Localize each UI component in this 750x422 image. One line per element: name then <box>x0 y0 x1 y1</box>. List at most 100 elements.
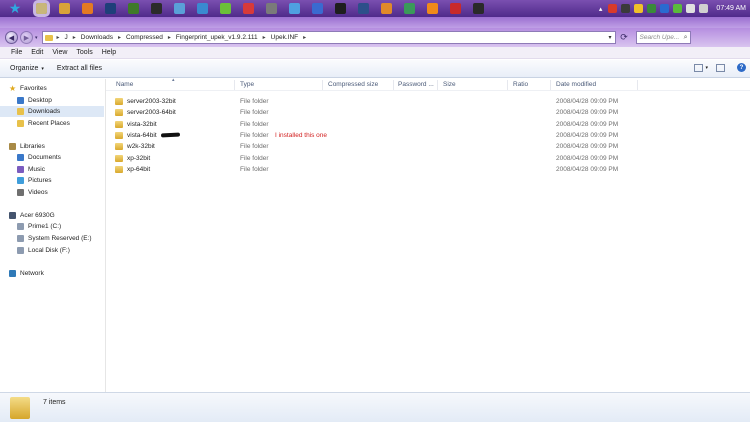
breadcrumb-item[interactable]: Fingerprint_upek_v1.9.2.111 <box>176 34 258 41</box>
column-password[interactable]: Password ... <box>398 81 434 88</box>
table-row[interactable]: xp-32bit File folder 2008/04/28 09:09 PM <box>106 153 750 164</box>
file-type: File folder <box>240 98 269 105</box>
app-ps-icon[interactable] <box>358 3 369 14</box>
menu-help[interactable]: Help <box>102 49 116 56</box>
menu-file[interactable]: File <box>11 49 22 56</box>
app-dark-icon[interactable] <box>151 3 162 14</box>
clock[interactable]: 07:49 AM <box>716 5 746 12</box>
breadcrumb-item[interactable]: Downloads <box>81 34 113 41</box>
breadcrumb-item[interactable]: Compressed <box>126 34 163 41</box>
app-globe-icon[interactable] <box>289 3 300 14</box>
extract-all-button[interactable]: Extract all files <box>57 65 102 72</box>
column-divider[interactable] <box>507 80 508 90</box>
app-red2-icon[interactable] <box>450 3 461 14</box>
app-scope-icon[interactable] <box>473 3 484 14</box>
table-row[interactable]: vista-32bit File folder 2008/04/28 09:09… <box>106 119 750 130</box>
app-doc-icon[interactable] <box>174 3 185 14</box>
nav-network[interactable]: Network <box>9 268 44 279</box>
firefox-icon[interactable] <box>82 3 93 14</box>
table-row[interactable]: server2003-32bit File folder 2008/04/28 … <box>106 96 750 107</box>
change-view-icon[interactable] <box>694 63 704 72</box>
photoshop-icon[interactable] <box>105 3 116 14</box>
view-options-chevron-icon[interactable]: ▾ <box>705 65 708 71</box>
forward-button[interactable]: ▶ <box>20 31 33 44</box>
organize-button[interactable]: Organize ▾ <box>10 65 44 72</box>
nav-item-downloads[interactable]: Downloads <box>0 106 104 117</box>
nav-item-music[interactable]: Music <box>17 164 45 175</box>
recent-pages-chevron-icon[interactable]: ▾ <box>35 35 38 41</box>
back-button[interactable]: ◀ <box>5 31 18 44</box>
table-row[interactable]: xp-64bit File folder 2008/04/28 09:09 PM <box>106 164 750 175</box>
preview-pane-icon[interactable] <box>716 63 725 72</box>
breadcrumb-item[interactable]: Upek.INF <box>271 34 298 41</box>
tray-icon-1[interactable] <box>608 4 618 13</box>
tray-icon-6[interactable] <box>673 4 683 13</box>
nav-item-drive-c[interactable]: Prime1 (C:) <box>17 221 61 232</box>
app-grid-icon[interactable] <box>266 3 277 14</box>
column-divider[interactable] <box>234 80 235 90</box>
chrome-icon[interactable] <box>59 3 70 14</box>
search-icon[interactable]: ⌕ <box>684 33 688 42</box>
nav-item-pictures[interactable]: Pictures <box>17 175 51 186</box>
breadcrumb-item[interactable]: J <box>65 34 68 41</box>
column-compressed-size[interactable]: Compressed size <box>328 81 378 88</box>
column-divider[interactable] <box>550 80 551 90</box>
column-divider[interactable] <box>437 80 438 90</box>
menu-edit[interactable]: Edit <box>31 49 43 56</box>
tray-expand-icon[interactable]: ▴ <box>599 5 603 13</box>
app-leaf-icon[interactable] <box>220 3 231 14</box>
tray-icon-2[interactable] <box>621 4 631 13</box>
app-vlc-icon[interactable] <box>427 3 438 14</box>
help-icon[interactable]: ? <box>737 63 746 72</box>
tray-icon-4[interactable] <box>647 4 657 13</box>
tray-icon-3[interactable] <box>634 4 644 13</box>
column-name[interactable]: Name <box>116 81 133 88</box>
nav-label: Downloads <box>28 108 61 115</box>
menu-view[interactable]: View <box>52 49 67 56</box>
nav-favorites[interactable]: ★ Favorites <box>9 83 47 94</box>
nav-item-desktop[interactable]: Desktop <box>17 95 52 106</box>
column-type[interactable]: Type <box>240 81 254 88</box>
nav-label: Network <box>20 270 44 277</box>
table-row[interactable]: server2003-64bit File folder 2008/04/28 … <box>106 107 750 118</box>
app-eye-icon[interactable] <box>335 3 346 14</box>
breadcrumb-separator-icon[interactable]: ▸ <box>118 34 121 41</box>
search-input[interactable]: Search Upe... ⌕ <box>635 31 691 44</box>
table-row[interactable]: vista-64bit File folder I installed this… <box>106 130 750 141</box>
nav-item-drive-f[interactable]: Local Disk (F:) <box>17 245 70 256</box>
tray-icon-8[interactable] <box>699 4 709 13</box>
column-divider[interactable] <box>637 80 638 90</box>
app-blue-icon[interactable] <box>197 3 208 14</box>
breadcrumb-separator-icon[interactable]: ▸ <box>303 34 306 41</box>
column-divider[interactable] <box>322 80 323 90</box>
app-green-icon[interactable] <box>128 3 139 14</box>
app-orange-icon[interactable] <box>381 3 392 14</box>
column-date-modified[interactable]: Date modified <box>556 81 596 88</box>
start-button[interactable]: ★ <box>0 0 30 17</box>
column-size[interactable]: Size <box>443 81 456 88</box>
nav-item-documents[interactable]: Documents <box>17 152 61 163</box>
app-chat-icon[interactable] <box>404 3 415 14</box>
table-row[interactable]: w2k-32bit File folder 2008/04/28 09:09 P… <box>106 141 750 152</box>
nav-item-videos[interactable]: Videos <box>17 187 48 198</box>
nav-computer[interactable]: Acer 6930G <box>9 210 55 221</box>
app-red-icon[interactable] <box>243 3 254 14</box>
address-bar[interactable]: ▸ J ▸ Downloads ▸ Compressed ▸ Fingerpri… <box>41 31 616 44</box>
tray-icon-5[interactable] <box>660 4 670 13</box>
breadcrumb-separator-icon[interactable]: ▸ <box>73 34 76 41</box>
menu-tools[interactable]: Tools <box>76 49 92 56</box>
breadcrumb-separator-icon[interactable]: ▸ <box>57 34 60 41</box>
nav-item-recent-places[interactable]: Recent Places <box>17 118 70 129</box>
explorer-icon[interactable] <box>33 0 50 17</box>
breadcrumb-separator-icon[interactable]: ▸ <box>263 34 266 41</box>
column-divider[interactable] <box>393 80 394 90</box>
app-orb-icon[interactable] <box>312 3 323 14</box>
tray-icon-7[interactable] <box>686 4 696 13</box>
column-ratio[interactable]: Ratio <box>513 81 528 88</box>
nav-libraries[interactable]: Libraries <box>9 141 45 152</box>
nav-label: System Reserved (E:) <box>28 235 92 242</box>
breadcrumb-separator-icon[interactable]: ▸ <box>168 34 171 41</box>
address-dropdown-chevron-icon[interactable]: ▾ <box>606 32 615 43</box>
nav-item-drive-e[interactable]: System Reserved (E:) <box>17 233 92 244</box>
refresh-icon[interactable]: ⟳ <box>618 31 631 44</box>
